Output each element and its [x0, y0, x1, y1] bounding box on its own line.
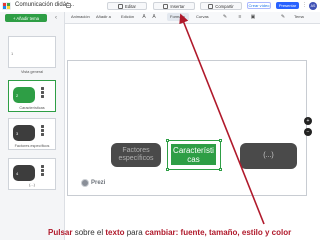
caption-part: para	[124, 228, 145, 237]
caption-part: Pulsar	[48, 228, 73, 237]
pointer-arrow	[179, 13, 265, 225]
caption-part: sobre el	[72, 228, 106, 237]
arrow-line	[179, 13, 265, 225]
instruction-caption: Pulsar sobre el texto para cambiar: fuen…	[48, 228, 291, 237]
caption-part: cambiar: fuente, tamaño, estilo y color	[144, 228, 292, 237]
caption-part: texto	[105, 228, 125, 237]
